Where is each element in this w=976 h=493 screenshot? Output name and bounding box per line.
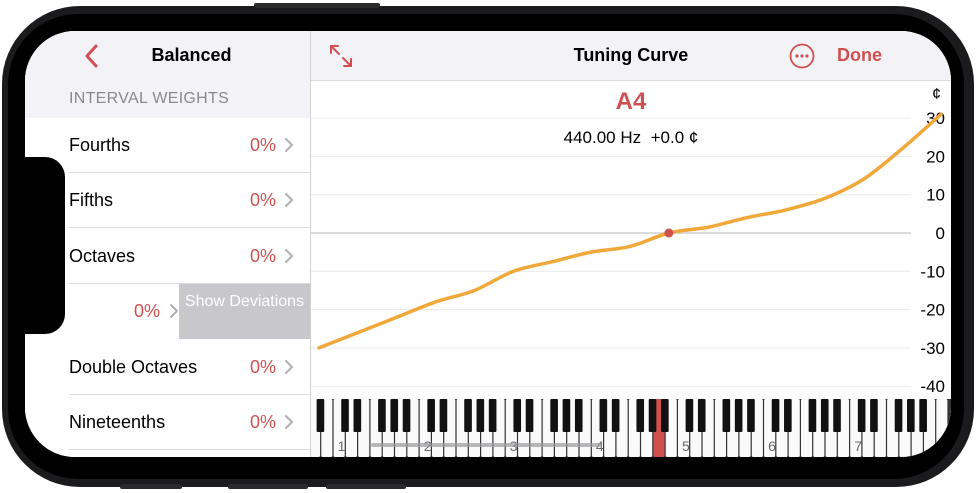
black-key[interactable] [402, 399, 411, 432]
black-key[interactable] [894, 399, 903, 432]
y-tick-label: -20 [920, 301, 945, 320]
black-key[interactable] [525, 399, 534, 432]
black-key[interactable] [341, 399, 349, 432]
black-key[interactable] [439, 399, 448, 432]
frequency-readout: 440.00 Hz +0.0 ¢ [311, 128, 951, 148]
row-double-octaves[interactable]: Double Octaves 0% [25, 340, 310, 395]
side-button [228, 484, 308, 489]
row-octaves[interactable]: Octaves 0% [25, 229, 310, 284]
screen: Balanced INTERVAL WEIGHTS Fourths 0% Fif… [25, 31, 951, 457]
black-key[interactable] [513, 399, 522, 432]
show-deviations-button[interactable]: Show Deviations [179, 284, 310, 339]
chevron-right-icon [285, 193, 293, 207]
black-key[interactable] [488, 399, 497, 432]
black-key[interactable] [353, 399, 362, 432]
row-value: 0% [249, 135, 276, 155]
row-nineteenths[interactable]: Nineteenths 0% [25, 395, 310, 450]
black-key[interactable] [685, 399, 694, 432]
black-key[interactable] [870, 399, 878, 432]
chevron-right-icon [170, 304, 178, 318]
preset-title: Balanced [151, 45, 232, 65]
octave-label: 6 [768, 438, 776, 454]
black-key[interactable] [611, 399, 620, 432]
black-key[interactable] [648, 399, 657, 432]
row-label: Nineteenths [69, 412, 166, 432]
chevron-right-icon [285, 360, 293, 374]
black-key[interactable] [574, 399, 583, 432]
black-key[interactable] [550, 399, 558, 432]
black-key[interactable] [427, 399, 435, 432]
chevron-right-icon [285, 138, 293, 152]
y-tick-label: 20 [926, 147, 945, 166]
selected-note-marker [664, 228, 674, 238]
row-value: 0% [249, 246, 276, 266]
phone-frame: Balanced INTERVAL WEIGHTS Fourths 0% Fif… [0, 0, 976, 493]
row-label: Fifths [69, 190, 114, 210]
black-key[interactable] [857, 399, 866, 432]
tuning-curve-panel: Tuning Curve Done 30 20 10 0 -10 -20 -30 -40 ¢ A… [311, 31, 951, 457]
black-key[interactable] [476, 399, 485, 432]
black-key[interactable] [378, 399, 386, 432]
section-header-label: INTERVAL WEIGHTS [69, 90, 230, 107]
black-key[interactable] [919, 399, 927, 432]
black-key[interactable] [820, 399, 829, 432]
y-tick-label: 10 [926, 186, 945, 205]
row-separator [69, 449, 310, 450]
row-swiped[interactable]: 0% Show Deviations [25, 284, 310, 339]
y-tick-label: -30 [920, 339, 945, 358]
black-key[interactable] [390, 399, 399, 432]
row-fourths[interactable]: Fourths 0% [25, 118, 310, 173]
black-key[interactable] [562, 399, 571, 432]
row-value: 0% [249, 190, 276, 210]
interval-weights-panel: Balanced INTERVAL WEIGHTS Fourths 0% Fif… [25, 31, 310, 457]
octave-label: 7 [854, 438, 862, 454]
black-key[interactable] [747, 399, 755, 432]
octave-label: 5 [682, 438, 690, 454]
section-header: INTERVAL WEIGHTS [25, 81, 310, 118]
piano-keyboard[interactable]: 1234567 [311, 399, 951, 457]
side-button [326, 484, 406, 489]
chevron-right-icon [285, 249, 293, 263]
row-separator [69, 227, 310, 228]
more-options-icon[interactable] [789, 43, 815, 69]
cents-value: +0.0 ¢ [650, 128, 699, 147]
done-button[interactable]: Done [837, 45, 882, 66]
camera-notch [25, 157, 65, 334]
black-key[interactable] [771, 399, 780, 432]
black-key[interactable] [734, 399, 743, 432]
black-key[interactable] [464, 399, 472, 432]
y-tick-label: 0 [936, 224, 945, 243]
black-key[interactable] [833, 399, 841, 432]
selected-note: A4 [615, 88, 647, 115]
y-tick-label: -10 [920, 262, 945, 281]
y-tick-label: -40 [920, 377, 945, 396]
row-value: 0% [249, 357, 276, 377]
right-nav-bar: Tuning Curve Done [311, 31, 951, 81]
row-label: Double Octaves [69, 357, 198, 377]
side-button [120, 484, 182, 489]
octave-label: 1 [338, 438, 346, 454]
scroll-indicator [371, 443, 601, 447]
row-value: 0% [133, 301, 160, 321]
white-key[interactable] [936, 399, 948, 457]
row-label: Octaves [69, 246, 136, 266]
black-key[interactable] [697, 399, 706, 432]
row-value: 0% [249, 412, 276, 432]
black-key[interactable] [784, 399, 792, 432]
black-key[interactable] [722, 399, 731, 432]
chevron-right-icon [285, 415, 293, 429]
black-key[interactable] [907, 399, 915, 432]
black-key[interactable] [636, 399, 645, 432]
tuning-curve-line [317, 112, 943, 350]
volume-button [254, 3, 380, 8]
black-key[interactable] [316, 399, 325, 432]
frequency-value: 440.00 Hz [563, 128, 642, 147]
black-key[interactable] [661, 399, 669, 432]
black-key[interactable] [599, 399, 608, 432]
left-nav-bar: Balanced [25, 31, 310, 81]
row-fifths[interactable]: Fifths 0% [25, 173, 310, 228]
black-key[interactable] [808, 399, 817, 432]
row-label: Fourths [69, 135, 131, 155]
